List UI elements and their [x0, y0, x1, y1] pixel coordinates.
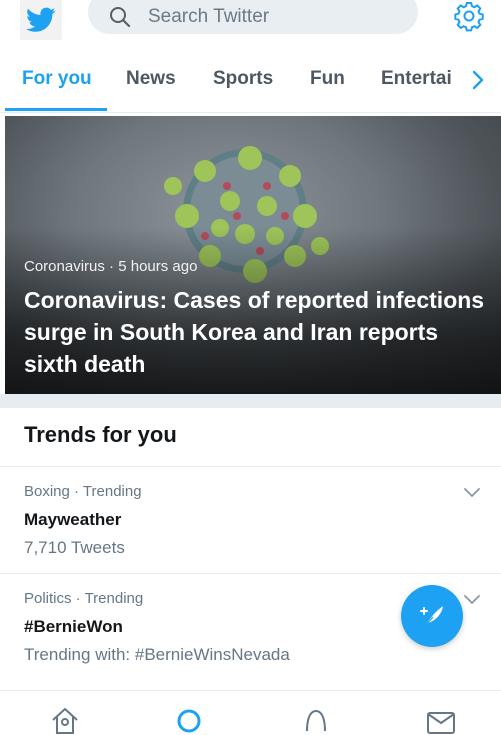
search-icon[interactable] [175, 705, 205, 735]
meta-separator: · [109, 258, 119, 275]
gear-icon[interactable] [453, 0, 485, 32]
search-icon [110, 7, 131, 28]
bottom-navigation [0, 690, 501, 734]
home-icon[interactable] [50, 705, 80, 735]
search-bar[interactable] [88, 0, 418, 34]
trends-heading: Trends for you [24, 422, 177, 447]
notifications-icon[interactable] [301, 705, 331, 735]
chevron-right-icon [472, 70, 484, 90]
trend-related: Trending with: #BernieWinsNevada [24, 645, 290, 664]
compose-feather-icon [420, 606, 443, 627]
tabs-divider [0, 112, 501, 113]
trend-category: Boxing · Trending [24, 483, 142, 500]
hero-category: Coronavirus [24, 258, 105, 275]
trend-item[interactable]: Boxing · Trending Mayweather 7,710 Tweet… [0, 467, 501, 573]
tab-entertainment[interactable]: Entertai [381, 68, 452, 90]
hero-headline[interactable]: Coronavirus: Cases of reported infection… [24, 284, 494, 380]
twitter-bird-icon [26, 7, 56, 32]
twitter-logo[interactable] [20, 0, 62, 40]
explore-tabs: For you News Sports Fun Entertai [0, 62, 501, 112]
trend-name[interactable]: Mayweather [24, 510, 121, 530]
chevron-down-icon[interactable] [462, 590, 482, 610]
messages-icon[interactable] [426, 705, 456, 735]
top-bar [0, 0, 501, 46]
hero-news-card[interactable]: Coronavirus · 5 hours ago Coronavirus: C… [5, 116, 501, 394]
active-tab-indicator [5, 108, 107, 111]
tabs-scroll-right-button[interactable] [462, 64, 494, 96]
tab-for-you[interactable]: For you [22, 68, 92, 90]
trend-tweet-count: 7,710 Tweets [24, 538, 125, 557]
trend-name[interactable]: #BernieWon [24, 617, 123, 637]
hero-meta: Coronavirus · 5 hours ago [24, 258, 197, 275]
tab-news[interactable]: News [126, 68, 176, 90]
search-input[interactable] [146, 5, 390, 29]
trend-category: Politics · Trending [24, 590, 144, 607]
tab-fun[interactable]: Fun [310, 68, 345, 90]
section-gap [0, 394, 501, 408]
tab-sports[interactable]: Sports [213, 68, 273, 90]
compose-tweet-button[interactable] [401, 585, 463, 647]
hero-time: 5 hours ago [118, 258, 198, 275]
chevron-down-icon[interactable] [462, 483, 482, 503]
